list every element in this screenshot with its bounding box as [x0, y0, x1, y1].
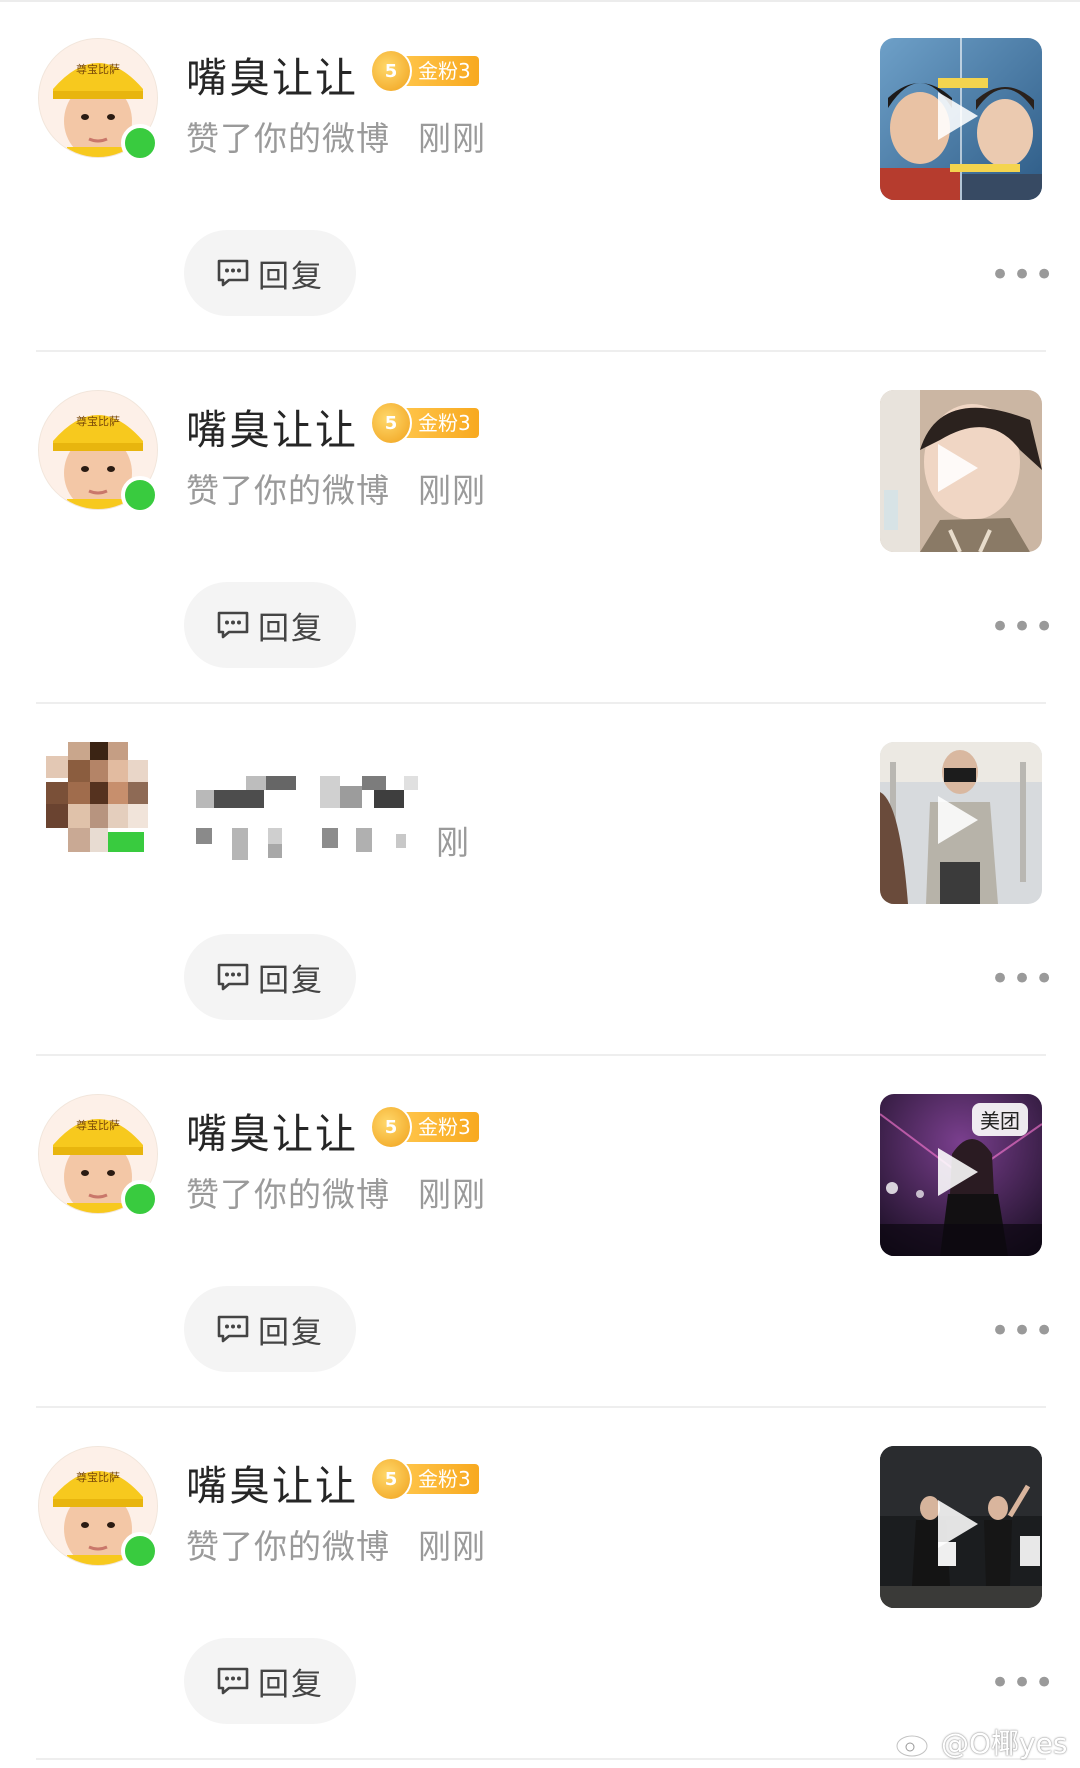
reply-button[interactable]: 回复: [184, 1638, 356, 1724]
notification-item[interactable]: 尊宝比萨 嘴臭让让 5 金粉3 赞了你的微博 刚刚 回复 •••: [0, 352, 1080, 704]
hat-text: 尊宝比萨: [76, 1118, 120, 1132]
crown-icon: 5: [370, 1105, 412, 1149]
watermark: @O椰yes: [895, 1722, 1067, 1762]
comment-icon: [217, 963, 249, 991]
reply-label: 回复: [258, 258, 324, 295]
more-options-icon[interactable]: •••: [990, 962, 1056, 996]
fan-badge[interactable]: 5 金粉3: [370, 1105, 479, 1149]
crown-icon: 5: [370, 49, 412, 93]
timestamp: 刚刚: [418, 1527, 486, 1566]
reply-button[interactable]: 回复: [184, 582, 356, 668]
action-text: 赞了你的微博: [186, 119, 390, 158]
online-status-dot: [121, 124, 159, 162]
reply-label: 回复: [258, 610, 324, 647]
notification-item[interactable]: 尊宝比萨 嘴臭让让 5 金粉3 赞了你的微博 刚刚 回复 •••: [0, 1408, 1080, 1760]
comment-icon: [217, 1667, 249, 1695]
badge-label: 金粉3: [402, 1112, 479, 1142]
play-icon: [938, 92, 978, 140]
online-status-dot: [121, 476, 159, 514]
video-thumbnail[interactable]: 美团: [880, 1094, 1042, 1256]
fan-badge[interactable]: 5 金粉3: [370, 1457, 479, 1501]
reply-label: 回复: [258, 1314, 324, 1351]
timestamp: 刚刚: [418, 119, 486, 158]
reply-label: 回复: [258, 1666, 324, 1703]
activity-line: 赞了你的微博 刚刚: [186, 464, 486, 512]
more-options-icon[interactable]: •••: [990, 1314, 1056, 1348]
timestamp: 刚刚: [418, 471, 486, 510]
activity-line: 赞了你的微博 刚刚: [186, 1168, 486, 1216]
video-thumbnail[interactable]: [880, 742, 1042, 904]
video-thumbnail[interactable]: [880, 390, 1042, 552]
watermark-text: @O椰yes: [941, 1727, 1068, 1760]
hat-text: 尊宝比萨: [76, 62, 120, 76]
play-icon: [938, 444, 978, 492]
activity-line: 赞了你的微博 刚刚: [186, 1520, 486, 1568]
user-name[interactable]: 嘴臭让让: [186, 1452, 358, 1512]
user-name[interactable]: 嘴臭让让: [186, 44, 358, 104]
notification-item[interactable]: 尊宝比萨 嘴臭让让 5 金粉3 赞了你的微博 刚刚 美团 回复 •••: [0, 1056, 1080, 1408]
action-text: 赞了你的微博: [186, 1175, 390, 1214]
comment-icon: [217, 1315, 249, 1343]
reply-button[interactable]: 回复: [184, 934, 356, 1020]
play-icon: [938, 1500, 978, 1548]
crown-icon: 5: [370, 401, 412, 445]
reply-label: 回复: [258, 962, 324, 999]
action-text: 赞了你的微博: [186, 471, 390, 510]
badge-label: 金粉3: [402, 408, 479, 438]
hat-text: 尊宝比萨: [76, 414, 120, 428]
user-name[interactable]: 嘴臭让让: [186, 396, 358, 456]
comment-icon: [217, 611, 249, 639]
activity-line: 赞了你的微博 刚刚: [186, 112, 486, 160]
badge-label: 金粉3: [402, 1464, 479, 1494]
more-options-icon[interactable]: •••: [990, 1666, 1056, 1700]
comment-icon: [217, 259, 249, 287]
avatar-pixelated[interactable]: [38, 742, 164, 852]
weibo-logo-icon: [895, 1728, 933, 1758]
more-options-icon[interactable]: •••: [990, 258, 1056, 292]
badge-label: 金粉3: [402, 56, 479, 86]
timestamp-partial: 刚: [436, 823, 470, 862]
online-status-dot: [121, 1180, 159, 1218]
timestamp: 刚刚: [418, 1175, 486, 1214]
action-text: 赞了你的微博: [186, 1527, 390, 1566]
fan-badge[interactable]: 5 金粉3: [370, 49, 479, 93]
play-icon: [938, 1148, 978, 1196]
crown-icon: 5: [370, 1457, 412, 1501]
name-pixelated: [196, 776, 456, 816]
video-thumbnail[interactable]: [880, 38, 1042, 200]
hat-text: 尊宝比萨: [76, 1470, 120, 1484]
more-options-icon[interactable]: •••: [990, 610, 1056, 644]
activity-pixelated: [196, 824, 406, 860]
reply-button[interactable]: 回复: [184, 1286, 356, 1372]
fan-badge[interactable]: 5 金粉3: [370, 401, 479, 445]
notification-item[interactable]: 刚 回复 •••: [0, 704, 1080, 1056]
online-status-dot: [121, 1532, 159, 1570]
play-icon: [938, 796, 978, 844]
video-thumbnail[interactable]: [880, 1446, 1042, 1608]
brand-tag: 美团: [972, 1103, 1028, 1136]
user-name[interactable]: 嘴臭让让: [186, 1100, 358, 1160]
notification-item[interactable]: 尊宝比萨 嘴臭让让 5 金粉3 赞了你的微博 刚刚 回复 •••: [0, 0, 1080, 352]
reply-button[interactable]: 回复: [184, 230, 356, 316]
